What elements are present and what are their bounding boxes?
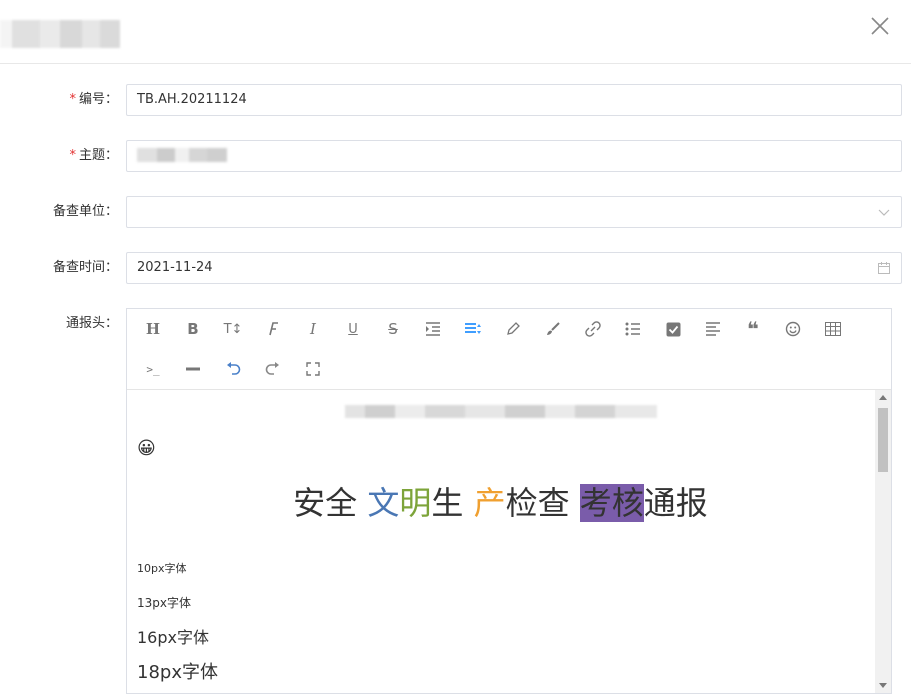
unit-label: 备查单位：: [0, 196, 118, 228]
subject-input[interactable]: [126, 140, 902, 172]
italic-icon[interactable]: I: [303, 319, 323, 339]
title-part: 通报: [643, 484, 708, 522]
brush-icon[interactable]: [543, 319, 563, 339]
fullscreen-icon[interactable]: [303, 359, 323, 379]
code-icon[interactable]: >_: [143, 359, 163, 379]
scrollbar-thumb[interactable]: [878, 408, 888, 472]
text-size-icon[interactable]: T↕: [223, 319, 243, 339]
editor-content[interactable]: 😀 安全 文明生 产检查 考核通报 10px字体 13px字体 16px字体 1…: [127, 390, 874, 693]
form-row-subject: * 主题：: [0, 140, 911, 172]
table-icon[interactable]: [823, 319, 843, 339]
date-label: 备查时间：: [0, 252, 118, 284]
sample-18px: 18px字体: [137, 662, 218, 683]
title-part: 明: [399, 484, 432, 522]
required-mark: *: [69, 148, 76, 163]
unit-select[interactable]: [126, 196, 902, 228]
document-title: 安全 文明生 产检查 考核通报: [127, 478, 874, 524]
link-icon[interactable]: [583, 319, 603, 339]
scroll-up-icon[interactable]: [879, 394, 887, 400]
redo-icon[interactable]: [263, 359, 283, 379]
bullet-list-icon[interactable]: [623, 319, 643, 339]
sample-16px: 16px字体: [137, 628, 209, 647]
editor-scrollbar[interactable]: [875, 390, 891, 693]
calendar-icon[interactable]: [877, 261, 891, 275]
chevron-down-icon: [878, 209, 890, 216]
title-part: 文: [367, 484, 400, 522]
checkbox-icon[interactable]: [663, 319, 683, 339]
form-row-date: 备查时间： 2021-11-24: [0, 252, 911, 284]
header-label: 通报头：: [0, 308, 118, 340]
pencil-icon[interactable]: [503, 319, 523, 339]
title-part: 安全: [293, 484, 368, 522]
indent-icon[interactable]: [423, 319, 443, 339]
unit-label-text: 备查单位：: [52, 204, 118, 219]
scroll-down-icon[interactable]: [879, 683, 887, 689]
quote-icon[interactable]: ❝: [743, 317, 763, 341]
subject-label-text: 主题：: [78, 148, 118, 163]
dialog-title: [0, 20, 120, 48]
sample-13px: 13px字体: [137, 596, 191, 610]
number-value: TB.AH.20211124: [137, 92, 247, 107]
strikethrough-icon[interactable]: S: [383, 319, 403, 339]
sample-10px: 10px字体: [137, 562, 187, 575]
date-label-text: 备查时间：: [52, 260, 118, 275]
emoji-smile-icon: 😀: [137, 438, 156, 459]
close-icon[interactable]: [868, 14, 892, 38]
divider-icon[interactable]: [183, 359, 203, 379]
title-part-highlight: 考核: [579, 484, 644, 522]
form-row-unit: 备查单位：: [0, 196, 911, 228]
number-label: * 编号：: [0, 84, 118, 116]
undo-icon[interactable]: [223, 359, 243, 379]
underline-icon[interactable]: U: [343, 319, 363, 339]
font-family-icon[interactable]: [263, 319, 283, 339]
number-label-text: 编号：: [78, 92, 118, 107]
emoji-icon[interactable]: [783, 319, 803, 339]
form-row-number: * 编号： TB.AH.20211124: [0, 84, 911, 116]
title-part: 产: [473, 484, 506, 522]
heading-icon[interactable]: H: [143, 319, 163, 339]
title-part: 生: [431, 484, 474, 522]
bold-icon[interactable]: B: [183, 319, 203, 339]
editor-toolbar: H B T↕ I U S ❝ >_: [127, 309, 891, 390]
required-mark: *: [69, 92, 76, 107]
header-label-text: 通报头：: [65, 316, 118, 331]
date-input[interactable]: 2021-11-24: [126, 252, 902, 284]
align-icon[interactable]: [703, 319, 723, 339]
subject-label: * 主题：: [0, 140, 118, 172]
date-value: 2021-11-24: [137, 260, 213, 275]
subject-value-redacted: [137, 147, 227, 162]
line-height-icon[interactable]: [463, 319, 483, 339]
rich-text-editor[interactable]: H B T↕ I U S ❝ >_ 😀 安全 文明生 产检查 考核通报 10px…: [126, 308, 892, 694]
dialog-header: [0, 0, 911, 64]
number-input[interactable]: TB.AH.20211124: [126, 84, 902, 116]
redacted-line: [345, 405, 657, 418]
title-part: 检查: [505, 484, 580, 522]
